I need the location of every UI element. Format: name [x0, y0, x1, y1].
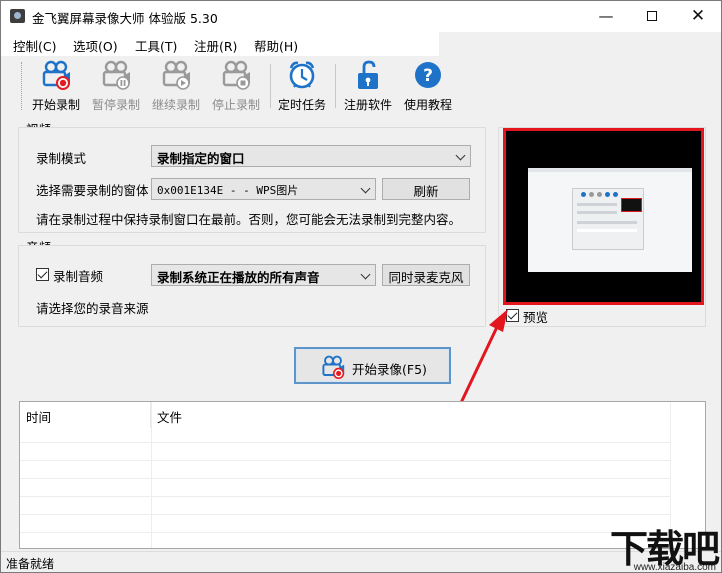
record-mode-label: 录制模式 — [36, 151, 87, 166]
start-record-tool[interactable]: 开始录制 — [26, 60, 86, 112]
tutorial-tool[interactable]: ? 使用教程 — [398, 60, 458, 112]
column-header-time[interactable]: 时间 — [20, 402, 151, 428]
camera-record-icon — [322, 355, 345, 379]
menu-control[interactable]: 控制(C) — [13, 36, 56, 55]
menu-tools[interactable]: 工具(T) — [135, 36, 177, 55]
video-hint: 请在录制过程中保持录制窗口在最前。否则，您可能会无法录制到完整内容。 — [36, 212, 462, 227]
audio-source-select[interactable]: 录制系统正在播放的所有声音 — [151, 264, 376, 286]
audio-group: 录制音频 录制系统正在播放的所有声音 同时录麦克风 请选择您的录音来源 — [18, 245, 486, 327]
watermark: 下载吧 www.xiazaiba.com — [585, 518, 721, 573]
title-bar: 金飞翼屏幕录像大师 体验版 5.30 — ✕ — [1, 1, 721, 32]
mic-button[interactable]: 同时录麦克风 — [382, 264, 470, 286]
preview-label[interactable]: 预览 — [523, 307, 548, 326]
scheduled-task-label: 定时任务 — [277, 98, 326, 112]
video-group: 录制模式 录制指定的窗口 选择需要录制的窗体 0x001E134E - - WP… — [18, 127, 486, 233]
preview-thumbnail — [528, 168, 692, 272]
maximize-button[interactable] — [629, 1, 675, 32]
camera-stop-icon — [220, 60, 252, 90]
record-mode-select[interactable]: 录制指定的窗口 — [151, 145, 471, 167]
tutorial-label: 使用教程 — [403, 98, 452, 112]
column-header-file[interactable]: 文件 — [151, 402, 671, 428]
resume-record-tool[interactable]: 继续录制 — [146, 60, 206, 112]
watermark-url: www.xiazaiba.com — [633, 562, 716, 573]
window-select-value: 0x001E134E - - WPS图片 — [157, 184, 299, 197]
register-tool[interactable]: 注册软件 — [338, 60, 398, 112]
unlock-icon — [352, 60, 384, 90]
record-audio-checkbox[interactable] — [36, 268, 49, 281]
app-window: 金飞翼屏幕录像大师 体验版 5.30 — ✕ 控制(C) 选项(O) 工具(T)… — [0, 0, 722, 573]
resume-record-label: 继续录制 — [151, 98, 200, 112]
audio-hint: 请选择您的录音来源 — [36, 301, 149, 316]
camera-resume-icon — [160, 60, 192, 90]
help-icon: ? — [412, 60, 444, 90]
minimize-button[interactable]: — — [583, 1, 629, 32]
scheduled-task-tool[interactable]: 定时任务 — [272, 60, 332, 112]
audio-source-value: 录制系统正在播放的所有声音 — [157, 270, 320, 285]
menu-bar: 控制(C) 选项(O) 工具(T) 注册(R) 帮助(H) — [1, 32, 439, 56]
start-recording-button[interactable]: 开始录像(F5) — [294, 347, 451, 384]
chevron-down-icon — [360, 269, 371, 280]
alarm-clock-icon — [286, 60, 318, 90]
window-select[interactable]: 0x001E134E - - WPS图片 — [151, 178, 376, 200]
close-button[interactable]: ✕ — [675, 1, 721, 32]
status-text: 准备就绪 — [6, 557, 55, 571]
window-select-label: 选择需要录制的窗体 — [36, 183, 149, 198]
refresh-button[interactable]: 刷新 — [382, 178, 470, 200]
menu-options[interactable]: 选项(O) — [73, 36, 118, 55]
camera-pause-icon — [100, 60, 132, 90]
svg-text:?: ? — [423, 66, 433, 86]
stop-record-tool[interactable]: 停止录制 — [206, 60, 266, 112]
start-record-label: 开始录制 — [31, 98, 80, 112]
stop-record-label: 停止录制 — [211, 98, 260, 112]
camera-record-icon — [40, 60, 72, 90]
app-logo-icon — [10, 9, 25, 23]
record-mode-value: 录制指定的窗口 — [157, 151, 245, 166]
chevron-down-icon — [360, 183, 371, 194]
record-audio-label[interactable]: 录制音频 — [53, 266, 103, 285]
menu-help[interactable]: 帮助(H) — [254, 36, 298, 55]
window-title: 金飞翼屏幕录像大师 体验版 5.30 — [32, 11, 218, 26]
chevron-down-icon — [455, 150, 466, 161]
toolbar: 开始录制 暂停录制 继续录制 停止录制 定时任务 注册软件 ? 使用教程 — [1, 56, 721, 114]
preview-screen — [503, 128, 704, 305]
pause-record-tool[interactable]: 暂停录制 — [86, 60, 146, 112]
start-recording-label: 开始录像(F5) — [352, 362, 427, 377]
menu-register[interactable]: 注册(R) — [194, 36, 237, 55]
pause-record-label: 暂停录制 — [91, 98, 140, 112]
register-label: 注册软件 — [343, 98, 392, 112]
